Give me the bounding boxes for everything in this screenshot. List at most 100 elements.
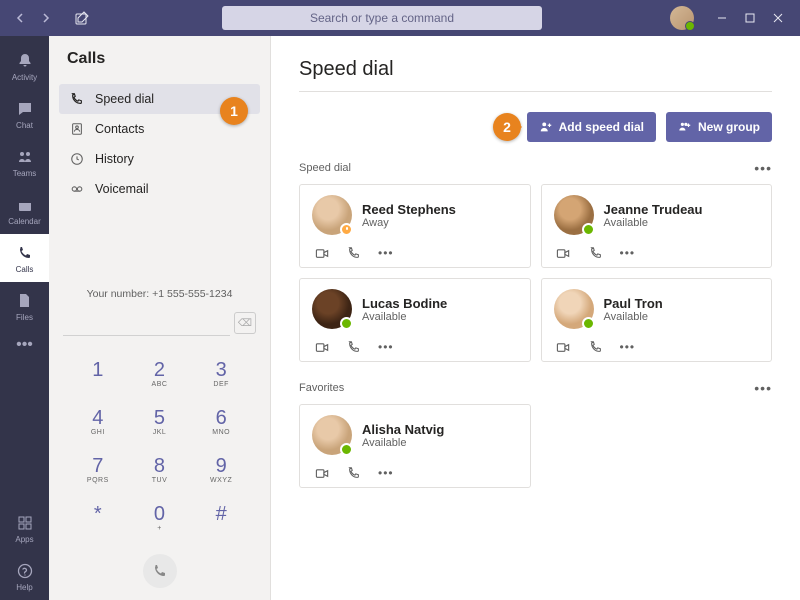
rail-help[interactable]: Help xyxy=(0,552,49,600)
dial-key-1[interactable]: 1 xyxy=(67,350,129,398)
backspace-button[interactable]: ⌫ xyxy=(234,312,256,334)
contact-name: Paul Tron xyxy=(604,296,760,311)
dial-key-*[interactable]: * xyxy=(67,494,129,542)
dial-key-#[interactable]: # xyxy=(190,494,252,542)
dial-key-9[interactable]: 9WXYZ xyxy=(190,446,252,494)
voicemail-icon xyxy=(69,181,85,197)
divider xyxy=(299,91,772,92)
dial-letters: GHI xyxy=(91,429,105,436)
presence-badge xyxy=(582,317,595,330)
audio-call-button[interactable] xyxy=(346,245,362,261)
dial-key-5[interactable]: 5JKL xyxy=(129,398,191,446)
rail-label: Calls xyxy=(16,265,34,274)
contact-more-button[interactable]: ••• xyxy=(378,466,394,480)
rail-apps[interactable]: Apps xyxy=(0,504,49,552)
video-call-button[interactable] xyxy=(314,465,330,481)
nav-voicemail[interactable]: Voicemail xyxy=(59,174,260,204)
bell-icon xyxy=(15,51,35,71)
rail-label: Teams xyxy=(13,169,37,178)
video-call-button[interactable] xyxy=(556,339,572,355)
nav-forward-button[interactable] xyxy=(34,6,58,30)
search-input[interactable] xyxy=(222,6,542,30)
contact-card: Jeanne TrudeauAvailable••• xyxy=(541,184,773,268)
rail-calls[interactable]: Calls xyxy=(0,234,49,282)
rail-label: Apps xyxy=(15,535,33,544)
dial-letters: + xyxy=(157,525,162,532)
video-call-button[interactable] xyxy=(556,245,572,261)
video-call-button[interactable] xyxy=(314,339,330,355)
user-avatar[interactable] xyxy=(670,6,694,30)
dial-digit: 6 xyxy=(216,408,227,428)
contact-card: Paul TronAvailable ••• xyxy=(541,278,773,362)
main-content: Speed dial Add speed dial New group Spee… xyxy=(271,36,800,600)
new-group-button[interactable]: New group xyxy=(666,112,772,142)
dial-key-2[interactable]: 2ABC xyxy=(129,350,191,398)
history-icon xyxy=(69,151,85,167)
contacts-icon xyxy=(69,121,85,137)
maximize-button[interactable] xyxy=(736,6,764,30)
your-number-label: Your number: +1 555-555-1234 xyxy=(49,278,270,306)
dial-digit: * xyxy=(94,504,102,524)
add-group-icon xyxy=(678,120,692,134)
contact-more-button[interactable]: ••• xyxy=(378,246,394,260)
compose-button[interactable] xyxy=(70,6,94,30)
presence-badge xyxy=(582,223,595,236)
section-more-button[interactable]: ••• xyxy=(754,380,772,396)
dial-letters: ABC xyxy=(152,381,168,388)
callout-badge-2: 2 xyxy=(493,113,521,141)
contact-status: Available xyxy=(604,311,760,323)
contact-name: Lucas Bodine xyxy=(362,296,518,311)
avatar xyxy=(554,289,594,329)
minimize-button[interactable] xyxy=(708,6,736,30)
contact-status: Away xyxy=(362,217,518,229)
audio-call-button[interactable] xyxy=(346,465,362,481)
phone-icon xyxy=(69,91,85,107)
rail-chat[interactable]: Chat xyxy=(0,90,49,138)
add-contact-icon xyxy=(539,120,553,134)
chat-icon xyxy=(15,99,35,119)
audio-call-button[interactable] xyxy=(346,339,362,355)
rail-calendar[interactable]: Calendar xyxy=(0,186,49,234)
rail-files[interactable]: Files xyxy=(0,282,49,330)
section-more-button[interactable]: ••• xyxy=(754,160,772,176)
dial-letters: TUV xyxy=(152,477,168,484)
button-label: Add speed dial xyxy=(559,120,644,134)
contact-more-button[interactable]: ••• xyxy=(378,340,394,354)
dial-key-8[interactable]: 8TUV xyxy=(129,446,191,494)
dial-key-7[interactable]: 7PQRS xyxy=(67,446,129,494)
video-call-button[interactable] xyxy=(314,245,330,261)
presence-badge xyxy=(340,223,353,236)
dial-key-3[interactable]: 3DEF xyxy=(190,350,252,398)
dial-letters: JKL xyxy=(153,429,167,436)
dial-key-4[interactable]: 4GHI xyxy=(67,398,129,446)
section-title: Favorites xyxy=(299,382,344,394)
dial-key-6[interactable]: 6MNO xyxy=(190,398,252,446)
audio-call-button[interactable] xyxy=(588,339,604,355)
rail-more[interactable]: ••• xyxy=(16,330,33,360)
title-bar xyxy=(0,0,800,36)
teams-icon xyxy=(15,147,35,167)
dial-digit: 1 xyxy=(92,360,103,380)
nav-label: Speed dial xyxy=(95,92,154,106)
rail-activity[interactable]: Activity xyxy=(0,42,49,90)
dial-digit: 7 xyxy=(92,456,103,476)
dial-number-input[interactable] xyxy=(63,310,230,336)
dial-call-button[interactable] xyxy=(143,554,177,588)
nav-label: Voicemail xyxy=(95,182,149,196)
dial-letters: DEF xyxy=(213,381,229,388)
contact-more-button[interactable]: ••• xyxy=(620,340,636,354)
app-rail: Activity Chat Teams Calendar Calls Files… xyxy=(0,36,49,600)
close-button[interactable] xyxy=(764,6,792,30)
nav-back-button[interactable] xyxy=(8,6,32,30)
callout-badge-1: 1 xyxy=(220,97,248,125)
add-speed-dial-button[interactable]: Add speed dial xyxy=(527,112,656,142)
dial-digit: 2 xyxy=(154,360,165,380)
contact-more-button[interactable]: ••• xyxy=(620,246,636,260)
nav-history[interactable]: History xyxy=(59,144,260,174)
contact-card: Reed StephensAway••• xyxy=(299,184,531,268)
rail-teams[interactable]: Teams xyxy=(0,138,49,186)
apps-icon xyxy=(15,513,35,533)
audio-call-button[interactable] xyxy=(588,245,604,261)
dial-key-0[interactable]: 0+ xyxy=(129,494,191,542)
contact-name: Jeanne Trudeau xyxy=(604,202,760,217)
